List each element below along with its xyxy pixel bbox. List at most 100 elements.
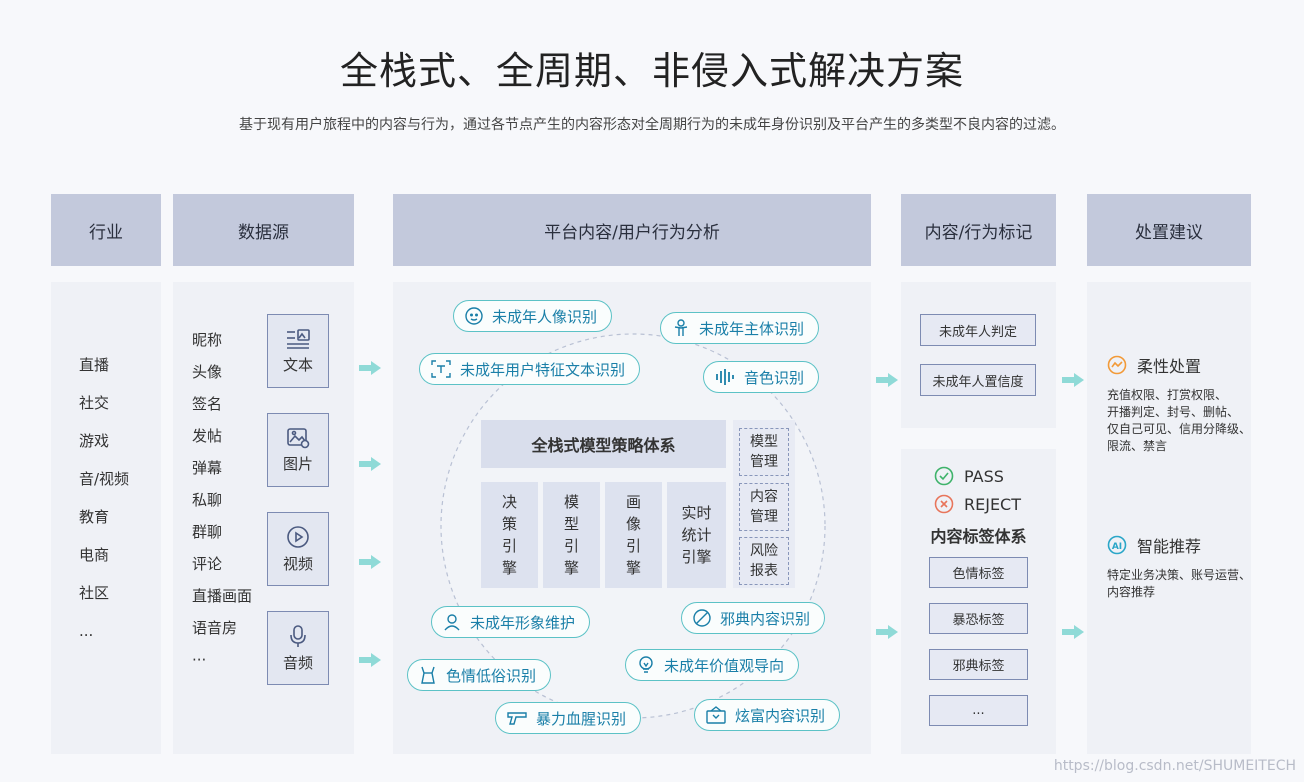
smart-recommend-title: 智能推荐 [1137,537,1202,556]
datasource-item: 直播画面 [192,587,253,605]
microphone-icon [290,624,306,647]
page-title: 全栈式、全周期、非侵入式解决方案 [339,49,964,93]
datasource-item: 群聊 [192,523,223,541]
arrow-right-icon [1062,373,1084,387]
datasource-item: 语音房 [192,619,238,637]
reject-label: REJECT [964,494,1021,514]
face-icon [465,307,483,325]
pill-minor-subject: 未成年主体识别 [660,312,820,344]
tag-system-title: 内容标签体系 [930,527,1027,546]
media-image-box: 图片 [267,413,329,487]
user-icon [444,614,460,631]
text-scan-icon [431,360,451,378]
play-icon [287,525,309,548]
forbidden-icon [693,609,711,627]
datasource-item: 头像 [192,363,223,381]
pill-voice-timbre: 音色识别 [703,361,820,393]
smart-recommend-title-row: AI 智能推荐 [1107,533,1201,557]
model-management: 模型 管理 [739,428,789,476]
risk-report: 风险 报表 [739,537,789,585]
cross-circle-icon [934,494,954,514]
engine-decision: 决 策 引 擎 [481,482,538,588]
minor-judgement: 未成年人判定 [920,314,1036,346]
industry-item: 音/视频 [79,470,130,488]
engine-model: 模 型 引 擎 [543,482,600,588]
pill-minor-text-feature: 未成年用户特征文本识别 [419,353,641,385]
industry-item: 游戏 [79,432,110,450]
datasource-item: 评论 [192,555,223,573]
industry-list: 直播 社交 游戏 音/视频 教育 电商 社区 ... [79,346,129,650]
industry-item: 直播 [79,356,110,374]
industry-item: 社区 [79,584,110,602]
industry-item: 社交 [79,394,110,412]
core-model-title: 全栈式模型策略体系 [481,420,726,468]
datasource-item: 弹幕 [192,459,223,477]
underwear-icon [421,666,435,684]
wallet-icon [706,706,726,724]
industry-item: 电商 [79,546,110,564]
header-datasource: 数据源 [173,194,354,266]
pill-minor-values: 未成年价值观导向 [625,649,800,681]
flex-handling-title: 柔性处置 [1137,357,1202,376]
datasource-item: ··· [192,651,207,669]
pill-flaunt-wealth: 炫富内容识别 [694,699,841,731]
page-subtitle: 基于现有用户旅程中的内容与行为，通过各节点产生的内容形态对全周期行为的未成年身份… [239,117,1065,133]
flex-handling-desc: 充值权限、打赏权限、 开播判定、封号、删帖、 仅自己可见、信用分降级、 限流、禁… [1107,388,1252,453]
media-video-box: 视频 [267,512,329,586]
datasource-item: 发帖 [192,427,223,445]
arrow-right-icon [876,625,898,639]
arrow-right-icon [876,373,898,387]
industry-item: 教育 [79,508,110,526]
child-icon [674,319,688,336]
arrow-right-icon [359,653,381,667]
pill-minor-portrait: 未成年人像识别 [453,300,613,332]
engine-profile: 画 像 引 擎 [605,482,662,588]
datasource-item: 私聊 [192,491,223,509]
bulb-icon [639,656,653,673]
image-icon [287,427,310,448]
engine-realtime-stats: 实时 统计 引擎 [667,482,726,588]
ai-icon: AI [1107,535,1127,555]
pill-violence-gore: 暴力血腥识别 [495,702,642,734]
header-mark: 内容/行为标记 [901,194,1056,266]
header-industry: 行业 [51,194,161,266]
pass-label: PASS [964,466,1004,486]
media-text-label: 文本 [282,355,313,374]
watermark: https://blog.csdn.net/SHUMEITECH [1053,758,1296,774]
media-image-label: 图片 [282,454,313,473]
datasource-item: 昵称 [192,331,223,349]
media-video-label: 视频 [282,554,313,573]
minor-confidence: 未成年人置信度 [920,364,1036,396]
reject-row: REJECT [934,494,1021,514]
header-analysis: 平台内容/用户行为分析 [393,194,871,266]
tag-terror: 暴恐标签 [929,603,1028,634]
arrow-right-icon [1062,625,1084,639]
datasource-item: 签名 [192,395,223,413]
gun-icon [507,712,527,725]
text-doc-icon [287,328,310,349]
content-management: 内容 管理 [739,483,789,531]
soundwave-icon [716,369,734,385]
arrow-right-icon [359,555,381,569]
trend-icon [1107,355,1127,375]
industry-item: ... [79,622,94,640]
header-advice: 处置建议 [1087,194,1251,266]
arrow-right-icon [359,457,381,471]
pill-porn-vulgar: 色情低俗识别 [407,659,552,691]
tag-porn: 色情标签 [929,557,1028,588]
pass-row: PASS [934,466,1004,486]
smart-recommend-desc: 特定业务决策、账号运营、 内容推荐 [1107,568,1252,599]
datasource-list: 昵称 头像 签名 发帖 弹幕 私聊 群聊 评论 直播画面 语音房 ··· [192,324,252,676]
judge-panel [901,282,1056,428]
pill-minor-image-protect: 未成年形象维护 [431,606,591,638]
svg-text:AI: AI [1112,542,1122,552]
tag-cult: 邪典标签 [929,649,1028,680]
check-circle-icon [934,466,954,486]
tag-more: ... [929,695,1028,726]
media-text-box: 文本 [267,314,329,388]
arrow-right-icon [359,361,381,375]
media-audio-label: 音频 [282,653,313,672]
media-audio-box: 音频 [267,611,329,685]
flex-handling-title-row: 柔性处置 [1107,353,1201,377]
pill-cult-content: 邪典内容识别 [681,602,826,634]
